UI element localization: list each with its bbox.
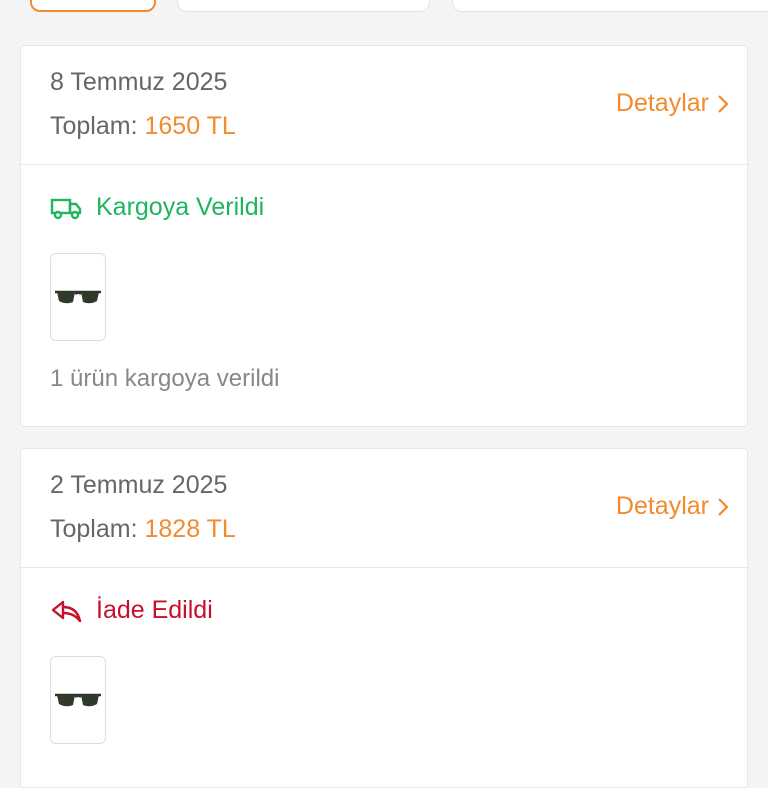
order-status-text: İade Edildi — [96, 596, 213, 624]
order-total-label: Toplam: — [50, 112, 138, 140]
order-status: İade Edildi — [50, 596, 213, 625]
order-total: Toplam: 1650 TL — [50, 112, 236, 141]
order-card: 2 Temmuz 2025 Toplam: 1828 TL Detaylar İ… — [20, 448, 748, 788]
order-note: 1 ürün kargoya verildi — [50, 365, 280, 392]
sunglasses-icon — [55, 290, 101, 304]
product-thumbnail[interactable] — [50, 656, 106, 744]
order-status-text: Kargoya Verildi — [96, 193, 265, 221]
order-header: 2 Temmuz 2025 Toplam: 1828 TL Detaylar — [21, 449, 747, 568]
filter-tab[interactable] — [452, 0, 768, 12]
filter-tab-active[interactable] — [30, 0, 156, 12]
filter-tab[interactable] — [177, 0, 430, 12]
order-total-amount: 1828 TL — [144, 515, 236, 543]
order-details-link[interactable]: Detaylar — [616, 492, 729, 521]
order-date: 2 Temmuz 2025 — [50, 471, 228, 499]
order-status: Kargoya Verildi — [50, 193, 264, 222]
product-thumbnail[interactable] — [50, 253, 106, 341]
order-total: Toplam: 1828 TL — [50, 515, 236, 544]
order-date: 8 Temmuz 2025 — [50, 68, 228, 96]
sunglasses-icon — [55, 693, 101, 707]
order-card: 8 Temmuz 2025 Toplam: 1650 TL Detaylar K… — [20, 45, 748, 427]
order-total-amount: 1650 TL — [144, 112, 236, 140]
order-details-label: Detaylar — [615, 89, 709, 117]
chevron-right-icon — [718, 94, 729, 113]
truck-icon — [50, 198, 82, 219]
order-total-label: Toplam: — [50, 515, 138, 543]
order-details-link[interactable]: Detaylar — [616, 89, 729, 118]
filter-tabs — [0, 0, 768, 16]
order-details-label: Detaylar — [615, 492, 709, 520]
return-arrow-icon — [51, 600, 82, 622]
order-header: 8 Temmuz 2025 Toplam: 1650 TL Detaylar — [21, 46, 747, 165]
chevron-right-icon — [718, 497, 729, 516]
